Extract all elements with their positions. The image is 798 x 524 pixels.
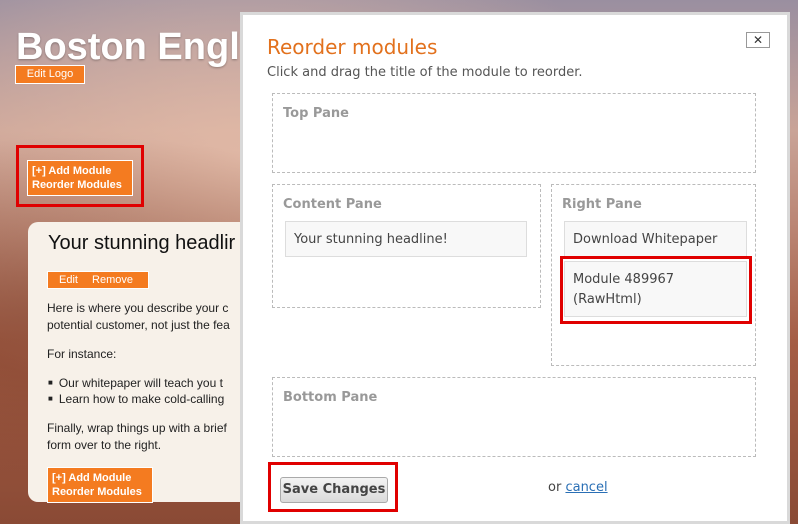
dialog-title: Reorder modules [267,35,438,59]
paragraph-line: Here is where you describe your c [47,301,229,315]
module-item[interactable]: Download Whitepaper [564,221,747,257]
content-pane: Content Pane Your stunning headline! [272,184,541,308]
paragraph-line: potential customer, not just the fea [47,318,230,332]
add-module-link[interactable]: [+] Add Module [52,471,148,485]
reorder-modules-link[interactable]: Reorder Modules [52,485,148,499]
module-menu: [+] Add Module Reorder Modules [27,160,133,196]
paragraph-line: For instance: [47,347,117,361]
save-changes-button[interactable]: Save Changes [280,477,388,503]
module-edit-bar: Edit Remove [47,271,149,289]
bullet-item: Learn how to make cold-calling [48,392,224,406]
pane-title: Right Pane [562,197,642,212]
cancel-link[interactable]: cancel [565,480,607,495]
pane-title: Content Pane [283,197,382,212]
reorder-modules-dialog: Reorder modules Click and drag the title… [240,12,790,524]
cancel-wrapper: or cancel [548,480,608,495]
dialog-subtitle: Click and drag the title of the module t… [267,65,583,80]
pane-title: Top Pane [283,106,349,121]
paragraph-line: Finally, wrap things up with a brief [47,421,227,435]
site-title: Boston Engl [16,26,240,68]
top-pane: Top Pane [272,93,756,173]
edit-logo-button[interactable]: Edit Logo [15,65,85,84]
reorder-modules-link[interactable]: Reorder Modules [32,178,128,192]
module-item[interactable]: Your stunning headline! [285,221,527,257]
module-menu: [+] Add Module Reorder Modules [47,467,153,503]
add-module-link[interactable]: [+] Add Module [32,164,128,178]
highlight-box [560,256,752,324]
remove-link[interactable]: Remove [92,274,133,286]
page-headline: Your stunning headlir [48,232,236,254]
close-button[interactable]: ✕ [746,32,770,48]
content-card [28,222,268,502]
pane-title: Bottom Pane [283,390,378,405]
paragraph-line: form over to the right. [47,438,162,452]
bullet-item: Our whitepaper will teach you t [48,376,223,390]
or-label: or [548,480,562,495]
edit-link[interactable]: Edit [59,274,78,286]
bottom-pane: Bottom Pane [272,377,756,457]
